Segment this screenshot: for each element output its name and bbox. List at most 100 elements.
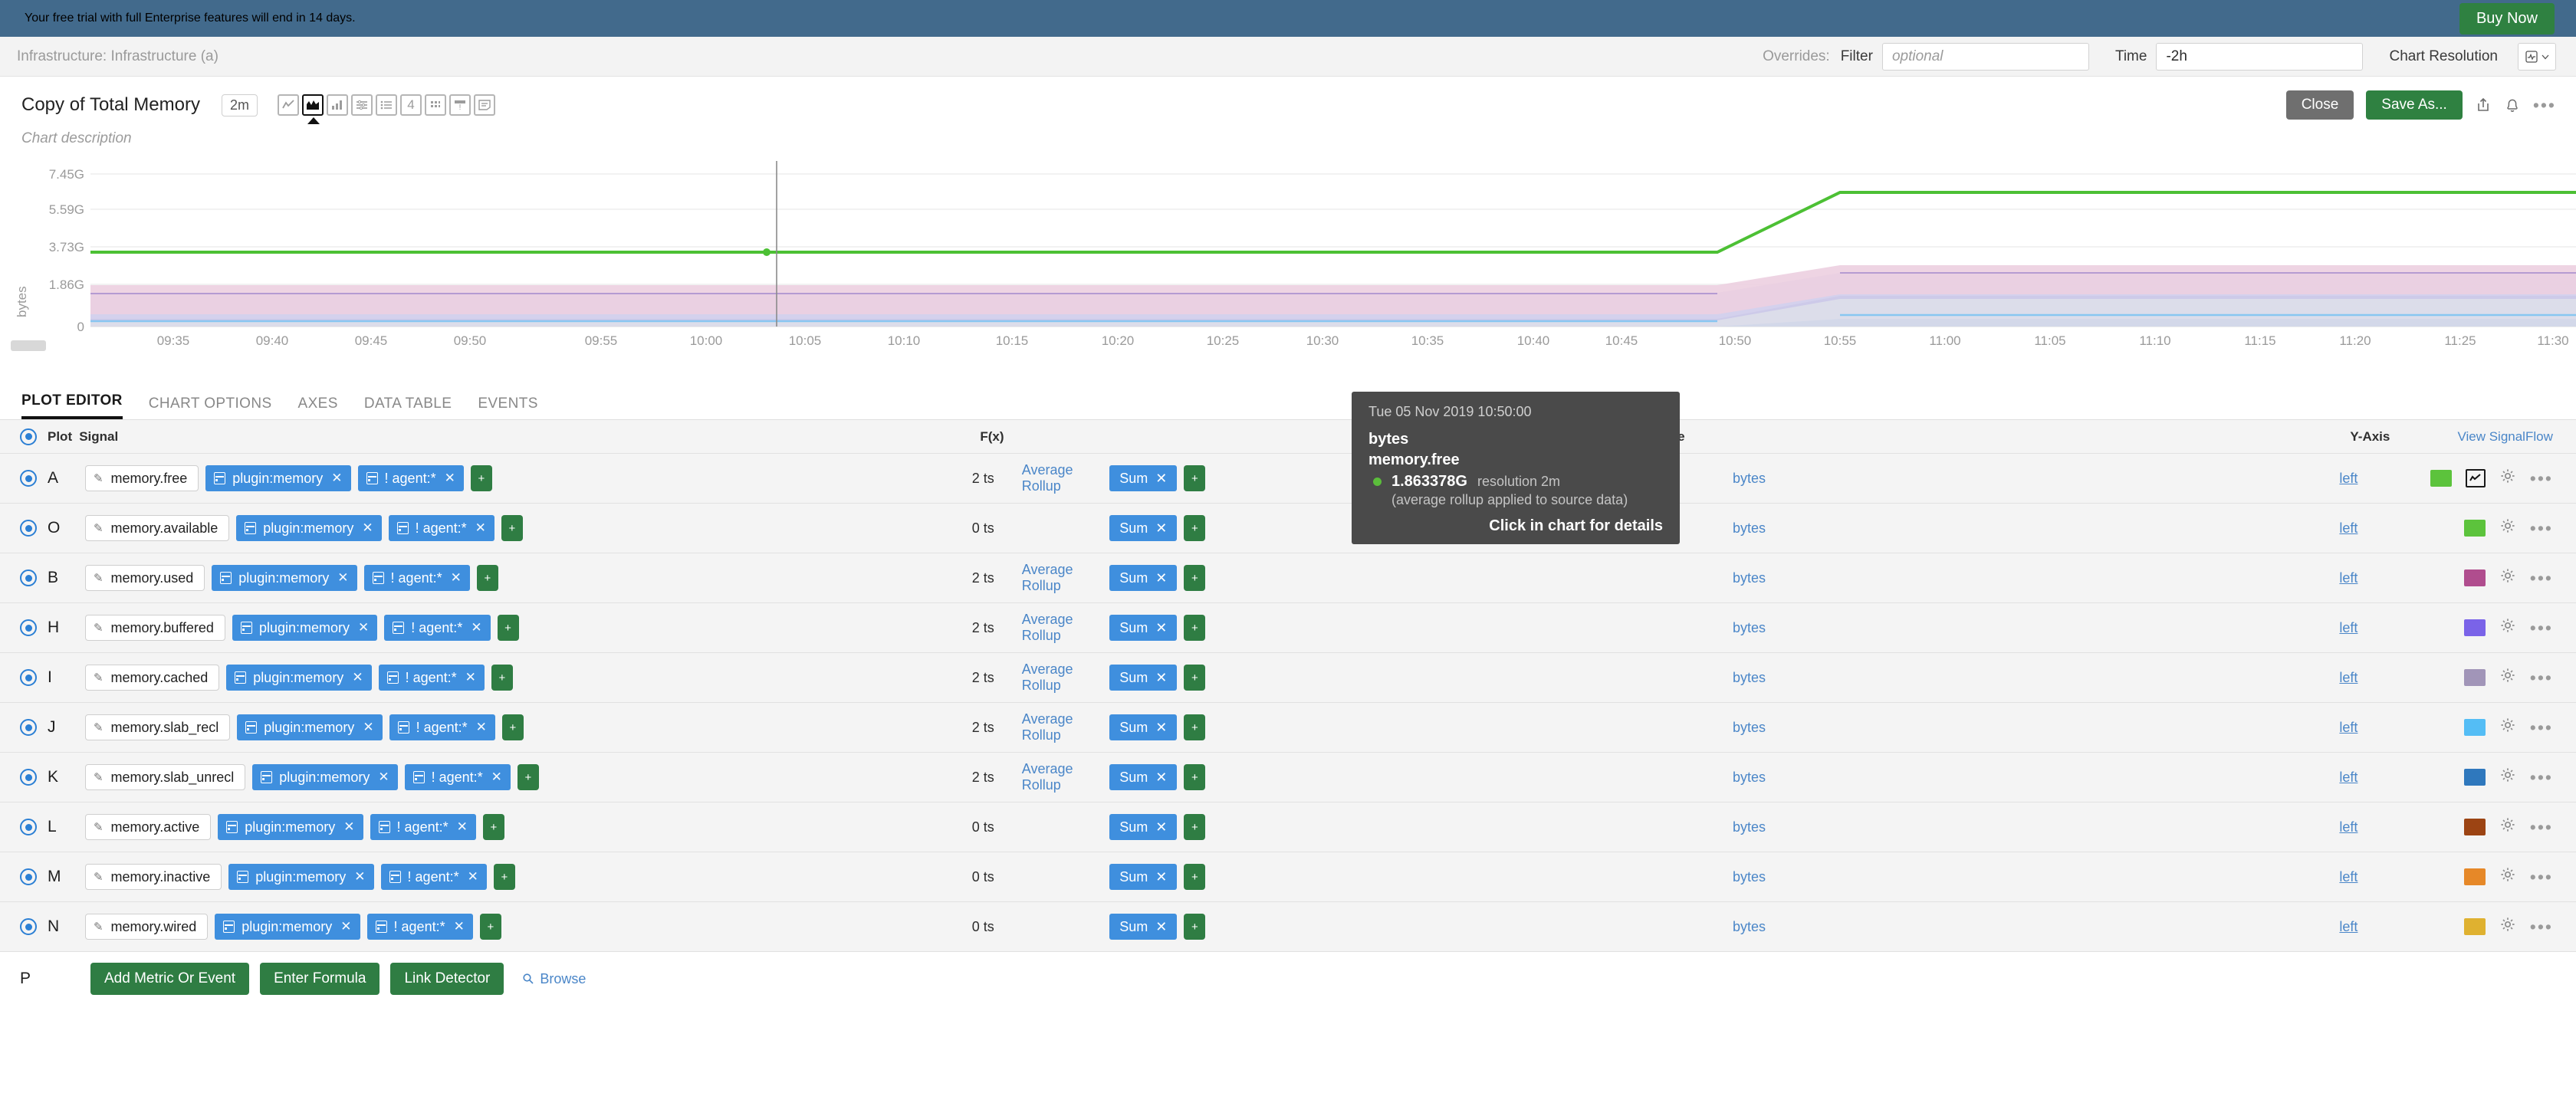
filter-chip[interactable]: ! agent:* ✕ (378, 665, 485, 691)
rollup-link[interactable]: Average Rollup (1022, 761, 1073, 793)
color-swatch[interactable] (2463, 520, 2486, 537)
remove-filter-icon[interactable]: ✕ (476, 720, 487, 735)
remove-aggregation-icon[interactable]: ✕ (1155, 670, 1167, 686)
rollup-link[interactable]: Average Rollup (1022, 661, 1073, 693)
plot-name-link[interactable]: bytes (1733, 620, 1766, 635)
yaxis-link[interactable]: left (2339, 670, 2358, 685)
time-input[interactable] (2156, 42, 2364, 71)
color-swatch[interactable] (2463, 669, 2486, 686)
remove-aggregation-icon[interactable]: ✕ (1155, 919, 1167, 935)
toggle-visibility-icon[interactable] (20, 470, 37, 487)
filter-chip[interactable]: ! agent:* ✕ (370, 814, 476, 840)
row-more-options-icon[interactable]: ••• (2530, 569, 2553, 587)
row-more-options-icon[interactable]: ••• (2530, 818, 2553, 836)
toggle-visibility-icon[interactable] (20, 918, 37, 935)
remove-aggregation-icon[interactable]: ✕ (1155, 620, 1167, 636)
aggregation-chip[interactable]: Sum ✕ (1109, 814, 1178, 840)
color-swatch[interactable] (2463, 719, 2486, 736)
remove-filter-icon[interactable]: ✕ (358, 620, 369, 635)
add-aggregation-button[interactable]: + (1184, 814, 1206, 840)
yaxis-link[interactable]: left (2339, 570, 2358, 586)
toggle-visibility-icon[interactable] (20, 819, 37, 835)
aggregation-chip[interactable]: Sum ✕ (1109, 665, 1178, 691)
row-more-options-icon[interactable]: ••• (2530, 619, 2553, 637)
add-aggregation-button[interactable]: + (1184, 615, 1206, 641)
header-view-signalflow[interactable]: View SignalFlow (2434, 429, 2576, 445)
add-filter-button[interactable]: + (491, 665, 513, 691)
aggregation-chip[interactable]: Sum ✕ (1109, 914, 1178, 940)
aggregation-chip[interactable]: Sum ✕ (1109, 615, 1178, 641)
filter-chip[interactable]: plugin:memory ✕ (205, 465, 351, 491)
aggregation-chip[interactable]: Sum ✕ (1109, 565, 1178, 591)
remove-aggregation-icon[interactable]: ✕ (1155, 720, 1167, 736)
add-aggregation-button[interactable]: + (1184, 465, 1206, 491)
row-more-options-icon[interactable]: ••• (2530, 469, 2553, 487)
signal-input[interactable]: ✎ memory.used (84, 565, 205, 591)
add-filter-button[interactable]: + (476, 565, 498, 591)
row-line-chart-icon[interactable] (2465, 469, 2486, 487)
chart-resolution-select[interactable] (2518, 42, 2556, 71)
add-aggregation-button[interactable]: + (1184, 565, 1206, 591)
row-more-options-icon[interactable]: ••• (2530, 668, 2553, 687)
filter-chip[interactable]: plugin:memory ✕ (252, 764, 398, 790)
filter-chip[interactable]: ! agent:* ✕ (389, 714, 495, 740)
filter-chip[interactable]: ! agent:* ✕ (380, 864, 487, 890)
remove-filter-icon[interactable]: ✕ (468, 869, 478, 885)
filter-chip[interactable]: ! agent:* ✕ (366, 914, 473, 940)
remove-filter-icon[interactable]: ✕ (465, 670, 476, 685)
add-filter-button[interactable]: + (470, 465, 492, 491)
remove-filter-icon[interactable]: ✕ (331, 471, 342, 486)
row-settings-gear-icon[interactable] (2499, 816, 2516, 838)
plot-name-link[interactable]: bytes (1733, 770, 1766, 785)
row-settings-gear-icon[interactable] (2499, 717, 2516, 738)
remove-filter-icon[interactable]: ✕ (471, 620, 481, 635)
remove-aggregation-icon[interactable]: ✕ (1155, 471, 1167, 487)
filter-chip[interactable]: ! agent:* ✕ (388, 515, 495, 541)
signal-input[interactable]: ✎ memory.available (84, 515, 230, 541)
remove-aggregation-icon[interactable]: ✕ (1155, 570, 1167, 586)
color-swatch[interactable] (2463, 868, 2486, 885)
rollup-link[interactable]: Average Rollup (1022, 462, 1073, 494)
filter-chip[interactable]: ! agent:* ✕ (404, 764, 511, 790)
aggregation-chip[interactable]: Sum ✕ (1109, 515, 1178, 541)
list-icon[interactable] (376, 94, 397, 116)
event-icon[interactable]: ! (449, 94, 471, 116)
yaxis-link[interactable]: left (2339, 770, 2358, 785)
add-filter-button[interactable]: + (482, 814, 504, 840)
yaxis-link[interactable]: left (2339, 919, 2358, 934)
line-chart-icon[interactable] (278, 94, 299, 116)
toggle-visibility-icon[interactable] (20, 520, 37, 537)
add-aggregation-button[interactable]: + (1184, 665, 1206, 691)
remove-aggregation-icon[interactable]: ✕ (1155, 819, 1167, 835)
remove-filter-icon[interactable]: ✕ (378, 770, 389, 785)
add-filter-button[interactable]: + (493, 864, 515, 890)
add-filter-button[interactable]: + (517, 764, 539, 790)
add-filter-button[interactable]: + (501, 714, 524, 740)
plot-name-link[interactable]: bytes (1733, 570, 1766, 586)
remove-filter-icon[interactable]: ✕ (363, 720, 373, 735)
bell-icon[interactable] (2504, 97, 2521, 113)
add-filter-button[interactable]: + (479, 914, 501, 940)
remove-aggregation-icon[interactable]: ✕ (1155, 770, 1167, 786)
signal-input[interactable]: ✎ memory.buffered (84, 615, 225, 641)
plot-name-link[interactable]: bytes (1733, 720, 1766, 735)
color-swatch[interactable] (2463, 918, 2486, 935)
table-icon[interactable] (425, 94, 446, 116)
remove-filter-icon[interactable]: ✕ (354, 869, 365, 885)
area-chart-icon[interactable] (302, 94, 324, 116)
remove-filter-icon[interactable]: ✕ (457, 819, 468, 835)
yaxis-link[interactable]: left (2339, 520, 2358, 536)
toggle-visibility-icon[interactable] (20, 769, 37, 786)
row-more-options-icon[interactable]: ••• (2530, 519, 2553, 537)
color-swatch[interactable] (2463, 769, 2486, 786)
remove-filter-icon[interactable]: ✕ (445, 471, 455, 486)
text-note-icon[interactable] (474, 94, 495, 116)
buy-now-button[interactable]: Buy Now (2459, 2, 2555, 34)
filter-input[interactable] (1881, 42, 2089, 71)
row-settings-gear-icon[interactable] (2499, 517, 2516, 539)
filter-chip[interactable]: plugin:memory ✕ (237, 714, 383, 740)
save-as-button[interactable]: Save As... (2366, 90, 2463, 120)
filter-chip[interactable]: plugin:memory ✕ (215, 914, 360, 940)
share-icon[interactable] (2475, 97, 2492, 113)
heatmap-icon[interactable] (351, 94, 373, 116)
